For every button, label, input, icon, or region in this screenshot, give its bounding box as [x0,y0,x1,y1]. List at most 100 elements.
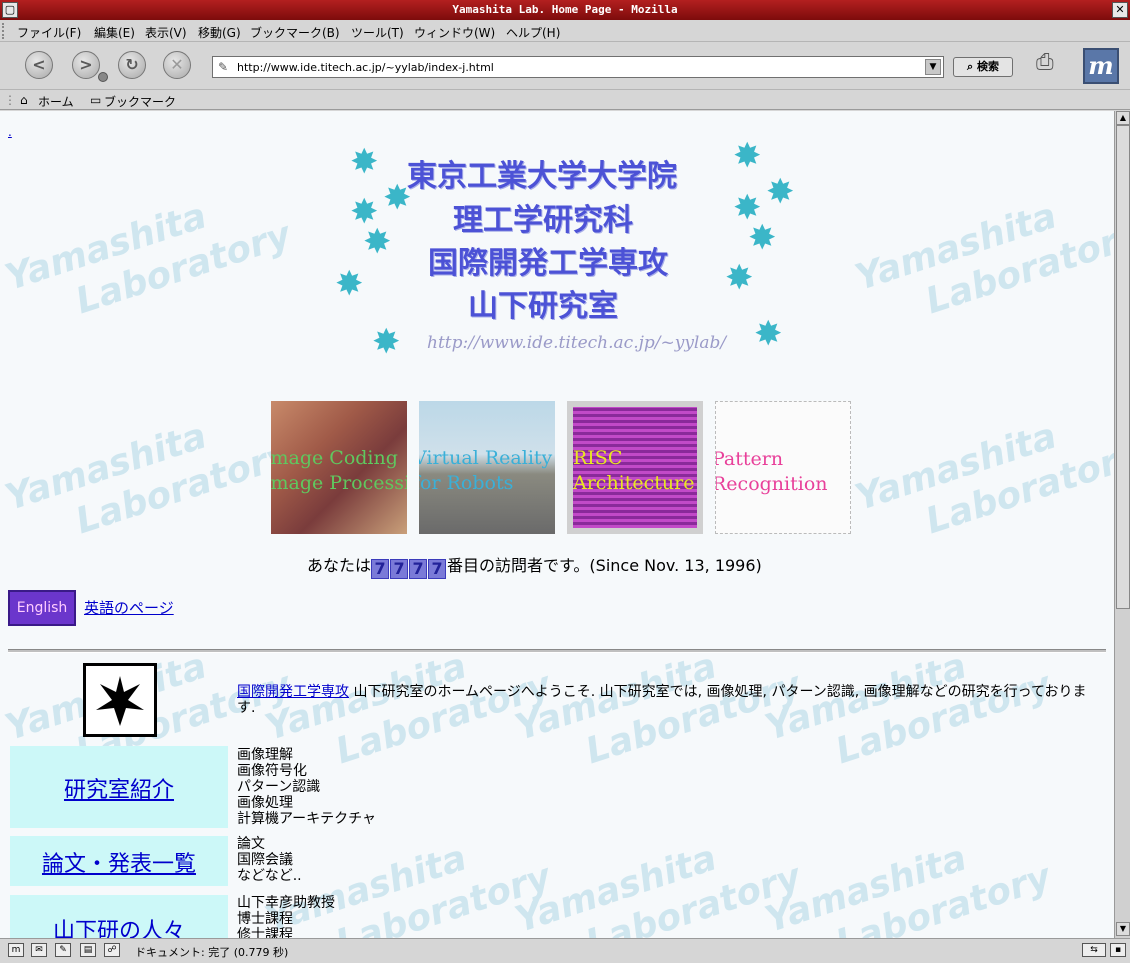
thumb-label-virtual-reality: Virtual Reality for Robots [419,447,553,494]
section-box-publications[interactable]: 論文・発表一覧 [10,836,228,886]
scroll-up-icon[interactable]: ▲ [1116,111,1130,125]
watermark: YamashitaLaboratory [760,837,1056,938]
thumb-image-coding[interactable]: Image CodingImage Processing [271,401,407,534]
star-icon: ✸ [350,142,379,182]
status-text: ドキュメント: 完了 (0.779 秒) [135,946,289,959]
url-text: http://www.ide.titech.ac.jp/~yylab/index… [237,61,494,74]
horizontal-divider [8,649,1106,653]
forward-history-icon[interactable] [98,72,108,82]
home-button[interactable]: ホーム [38,93,74,110]
university-emblem [83,663,157,737]
watermark: YamashitaLaboratory [850,415,1114,543]
counter-digit: 7 [371,559,390,579]
thumb-pattern-recognition[interactable]: Pattern Recognition [715,401,851,534]
mozilla-logo[interactable]: m [1083,48,1119,84]
scrollbar-thumb[interactable] [1116,125,1130,609]
navigator-icon[interactable]: m [8,943,24,957]
star-icon: ✸ [335,264,364,304]
menu-bookmarks[interactable]: ブックマーク(B) [250,24,340,41]
star-icon: ✸ [372,322,401,362]
english-button[interactable]: English [8,590,76,626]
star-icon: ✸ [725,258,754,298]
star-icon: ✸ [363,222,392,262]
thumb-label-risc-architecture: RISC Architecture [573,447,695,494]
search-icon: ⌕ [966,60,974,73]
reload-icon[interactable]: ↻ [118,51,146,79]
vertical-scrollbar[interactable]: ▲ ▼ [1114,111,1130,938]
security-icon: ▪ [1110,943,1126,957]
menu-edit[interactable]: 編集(E) [94,24,135,41]
status-bar: m ✉ ✎ ▤ ☍ ドキュメント: 完了 (0.779 秒) ⇆ ▪ [0,938,1130,963]
menu-tools[interactable]: ツール(T) [351,24,404,41]
thumb-risc-architecture[interactable]: RISC Architecture [567,401,703,534]
banner-line-3: 国際開発工学専攻 [428,246,668,281]
star-icon: ✸ [754,314,783,354]
list-item: 画像符号化 [237,763,307,779]
back-icon[interactable]: < [25,51,53,79]
address-book-icon[interactable]: ▤ [80,943,96,957]
menu-view[interactable]: 表示(V) [145,24,187,41]
irc-icon[interactable]: ☍ [104,943,120,957]
members-topics: 山下幸彦助教授 博士課程 修士課程 [237,895,335,938]
watermark: YamashitaLaboratory [0,195,296,323]
window-title: Yamashita Lab. Home Page - Mozilla [452,3,678,16]
navigation-toolbar: < > ↻ ✕ ✎ http://www.ide.titech.ac.jp/~y… [0,42,1130,90]
menu-window[interactable]: ウィンドウ(W) [414,24,495,41]
list-item: 山下幸彦助教授 [237,895,335,911]
menu-file[interactable]: ファイル(F) [17,24,81,41]
counter-digit: 7 [409,559,428,579]
personal-toolbar: ⋮ ⌂ ホーム ▭ ブックマーク [0,90,1130,110]
print-icon[interactable]: ⎙ [1036,50,1072,80]
menu-help[interactable]: ヘルプ(H) [506,24,560,41]
thumb-virtual-reality[interactable]: Virtual Reality for Robots [419,401,555,534]
window-titlebar: ▢ Yamashita Lab. Home Page - Mozilla ✕ [0,0,1130,20]
section-box-lab-intro[interactable]: 研究室紹介 [10,746,228,828]
forward-icon[interactable]: > [72,51,100,79]
bookmarks-folder-icon: ▭ [90,93,102,107]
composer-icon[interactable]: ✎ [55,943,71,957]
visitor-counter: あなたは 7 7 7 7 番目の訪問者です。(Since Nov. 13, 1996) [307,552,762,579]
list-item: 画像処理 [237,795,293,811]
counter-digit: 7 [390,559,409,579]
counter-digit: 7 [428,559,447,579]
scroll-down-icon[interactable]: ▼ [1116,922,1130,936]
list-item: 計算機アーキテクチャ [237,811,377,827]
online-status-icon[interactable]: ⇆ [1082,943,1106,957]
counter-prefix: あなたは [307,556,372,575]
english-page-link[interactable]: 英語のページ [84,597,174,618]
page-content: Yamashita Laboratory Yamashita Laboratory … [0,111,1114,938]
list-item: 国際会議 [237,852,293,868]
search-button[interactable]: ⌕ 検索 [953,57,1013,77]
menu-go[interactable]: 移動(G) [198,24,241,41]
section-box-members[interactable]: 山下研の人々 [10,895,228,938]
banner-line-1: 東京工業大学大学院 [407,159,677,194]
list-item: パターン認識 [237,779,321,795]
star-icon: ✸ [733,136,762,176]
thumb-label-pattern-recognition: Pattern Recognition [715,448,828,495]
publications-link[interactable]: 論文・発表一覧 [42,852,196,877]
watermark: YamashitaLaboratory [850,195,1114,323]
mail-icon[interactable]: ✉ [31,943,47,957]
url-dropdown-icon[interactable]: ▼ [925,59,941,75]
list-item: 博士課程 [237,911,293,927]
url-field[interactable]: ✎ http://www.ide.titech.ac.jp/~yylab/ind… [212,56,944,78]
star-icon: ✸ [766,172,795,212]
menu-bar: ファイル(F) 編集(E) 表示(V) 移動(G) ブックマーク(B) ツール(… [0,20,1130,42]
watermark: YamashitaLaboratory [510,837,806,938]
list-item: などなど.. [237,868,302,884]
toolbar-grip-icon[interactable]: ⋮ [4,93,16,107]
list-item: 修士課程 [237,927,293,938]
banner-line-4: 山下研究室 [468,289,618,324]
toolbar-grip[interactable] [2,23,8,39]
top-anchor-link[interactable]: . [8,125,12,139]
bookmarks-button[interactable]: ブックマーク [104,93,176,110]
thumb-label-image-coding: Image CodingImage Processing [271,447,407,494]
lab-intro-link[interactable]: 研究室紹介 [64,778,174,803]
members-link[interactable]: 山下研の人々 [53,919,185,938]
home-icon: ⌂ [20,93,28,107]
lab-intro-topics: 画像理解 画像符号化 パターン認識 画像処理 計算機アーキテクチャ [237,747,376,827]
window-close-button[interactable]: ✕ [1112,2,1128,18]
list-item: 画像理解 [237,747,293,763]
intro-department-link[interactable]: 国際開発工学専攻 [237,684,349,700]
stop-icon[interactable]: ✕ [163,51,191,79]
